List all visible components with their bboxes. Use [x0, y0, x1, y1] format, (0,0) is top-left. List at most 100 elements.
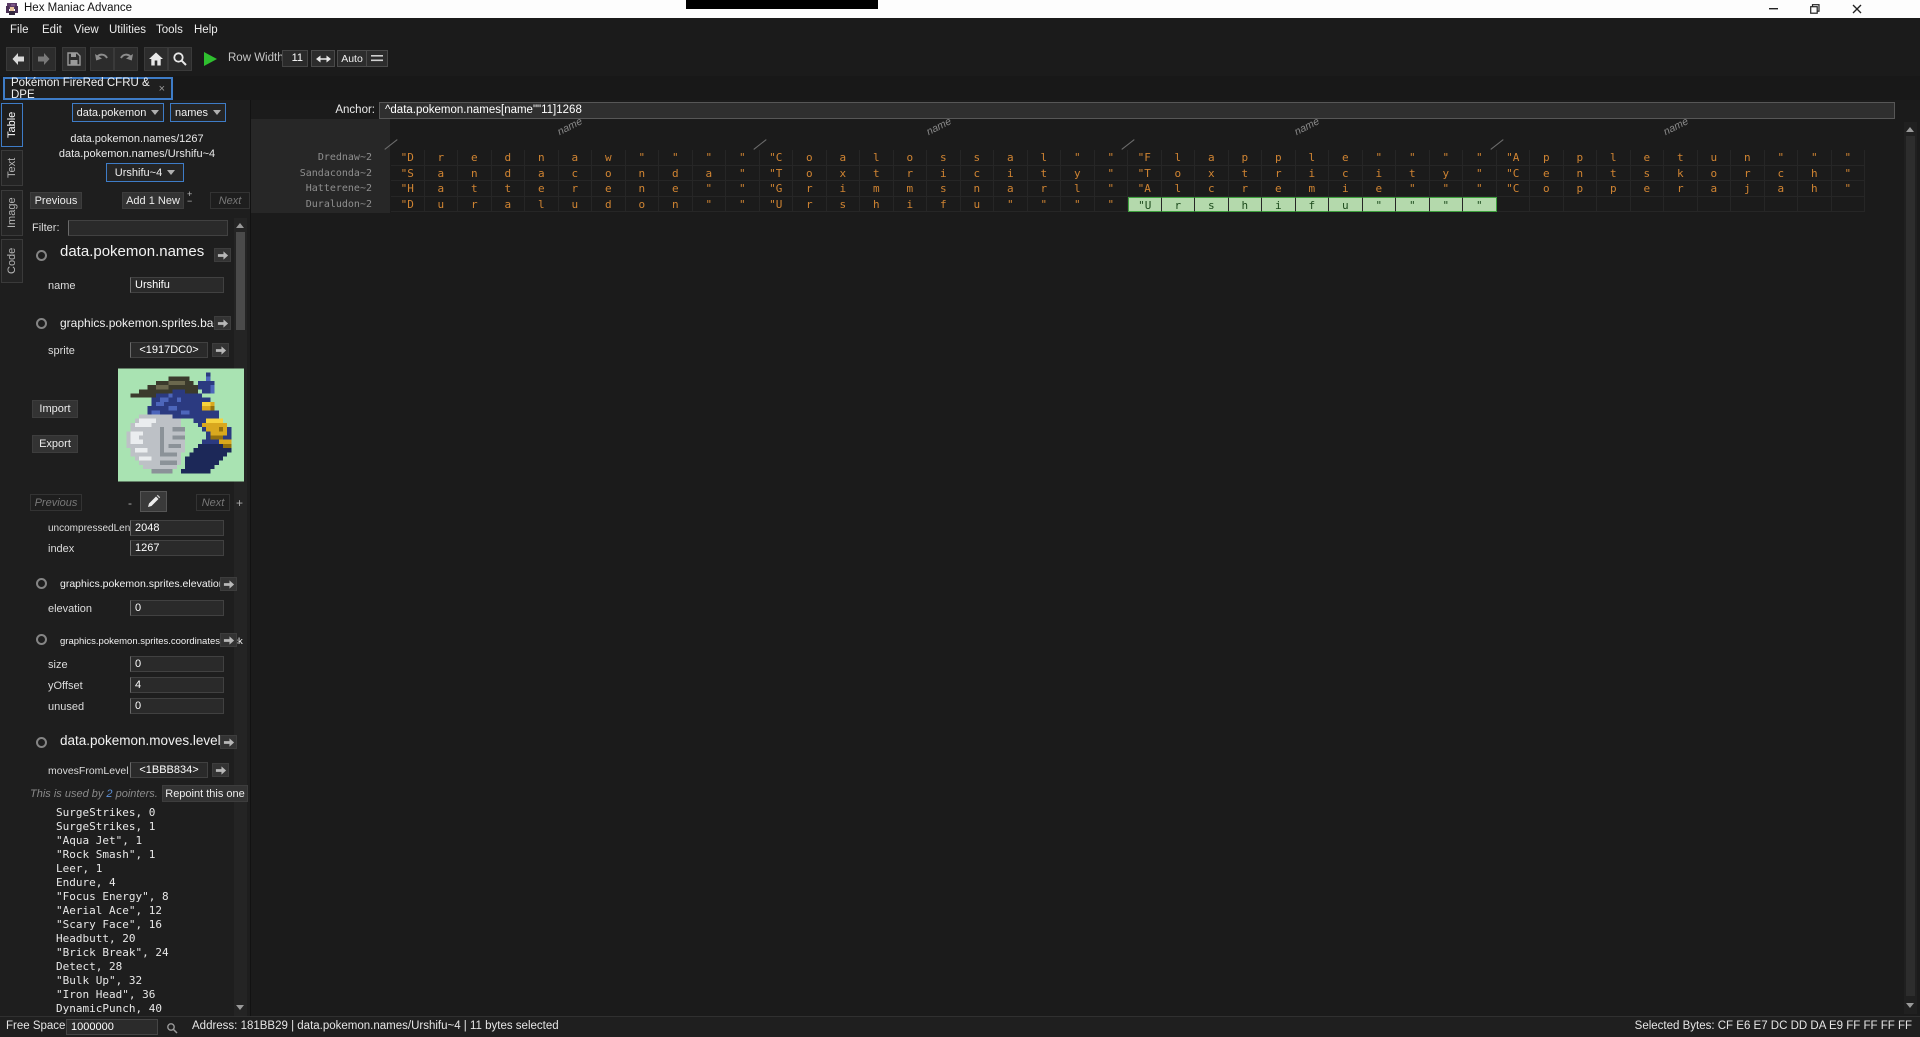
hex-cell[interactable]: t	[860, 166, 894, 182]
hex-cell[interactable]: "T	[1128, 166, 1162, 182]
hex-cell[interactable]: c	[961, 166, 995, 182]
hex-cell[interactable]: u	[961, 197, 995, 213]
hex-cell[interactable]: m	[860, 181, 894, 197]
hex-cell[interactable]: "	[1095, 150, 1129, 166]
section-radio-levelup[interactable]	[36, 737, 47, 748]
unused-input[interactable]: 0	[130, 698, 224, 714]
table-dropdown[interactable]: data.pokemon	[72, 103, 164, 122]
hex-cell[interactable]: "	[1463, 181, 1497, 197]
hex-cell[interactable]: p	[1564, 181, 1598, 197]
hex-cell[interactable]: i	[994, 166, 1028, 182]
hex-cell[interactable]	[1631, 197, 1665, 213]
filter-input[interactable]	[68, 220, 228, 236]
search-free-space-icon[interactable]	[166, 1022, 178, 1034]
sidebar-scroll-thumb[interactable]	[236, 232, 245, 330]
hex-cell[interactable]: p	[1597, 181, 1631, 197]
next-entry-button[interactable]: Next	[210, 192, 250, 209]
hex-cell[interactable]: "S	[391, 166, 425, 182]
hex-cell[interactable]	[1798, 197, 1832, 213]
hex-cell[interactable]: o	[1162, 166, 1196, 182]
hex-cell[interactable]	[1832, 197, 1866, 213]
previous-entry-button[interactable]: Previous	[30, 192, 82, 209]
hex-cell[interactable]: s	[927, 150, 961, 166]
scroll-down-icon[interactable]	[1906, 1003, 1914, 1008]
add-new-button[interactable]: Add 1 New	[122, 192, 184, 209]
hex-cell[interactable]: a	[1195, 150, 1229, 166]
hex-cell[interactable]: "	[1798, 150, 1832, 166]
sprite-pointer-input[interactable]: <1917DC0>	[130, 342, 208, 358]
section-radio-elevation[interactable]	[36, 578, 47, 589]
menu-help[interactable]: Help	[188, 18, 224, 42]
hex-cell[interactable]: l	[1162, 181, 1196, 197]
menu-edit[interactable]: Edit	[36, 18, 68, 42]
close-button[interactable]	[1838, 0, 1876, 18]
hex-cell[interactable]: i	[927, 166, 961, 182]
section-radio-back[interactable]	[36, 318, 47, 329]
hex-cell[interactable]: "	[1832, 150, 1866, 166]
hex-cell[interactable]: a	[994, 181, 1028, 197]
hex-cell[interactable]: y	[1430, 166, 1464, 182]
anchor-input[interactable]: ^data.pokemon.names[name""11]1268	[379, 102, 1895, 119]
hex-cell[interactable]: "U	[1128, 197, 1162, 213]
hex-cell[interactable]: a	[492, 197, 526, 213]
hex-cell[interactable]: a	[827, 150, 861, 166]
auto-width-toggle[interactable]: Auto	[337, 50, 367, 67]
hex-cell[interactable]: s	[961, 150, 995, 166]
hex-cell[interactable]: "	[726, 150, 760, 166]
hex-cell[interactable]: o	[1530, 181, 1564, 197]
hex-cell[interactable]: h	[1798, 166, 1832, 182]
hex-cell[interactable]: r	[1028, 181, 1062, 197]
hex-cell[interactable]: "	[1832, 166, 1866, 182]
sprite-plus[interactable]: +	[236, 496, 243, 510]
hex-cell[interactable]: t	[492, 181, 526, 197]
hex-cell[interactable]: r	[894, 166, 928, 182]
hex-cell[interactable]: u	[1329, 197, 1363, 213]
hex-cell[interactable]: a	[1765, 181, 1799, 197]
hex-cell[interactable]: n	[1731, 150, 1765, 166]
hex-cell[interactable]: o	[592, 166, 626, 182]
hex-cell[interactable]: e	[458, 150, 492, 166]
size-input[interactable]: 0	[130, 656, 224, 672]
hex-cell[interactable]: e	[592, 181, 626, 197]
hex-cell[interactable]	[1564, 197, 1598, 213]
hex-cell[interactable]: t	[458, 181, 492, 197]
repoint-button[interactable]: Repoint this one	[162, 785, 248, 802]
hex-cell[interactable]: d	[492, 150, 526, 166]
hex-cell[interactable]: "	[693, 150, 727, 166]
uncompressed-length-input[interactable]: 2048	[130, 520, 224, 536]
hex-cell[interactable]: c	[1765, 166, 1799, 182]
import-sprite-button[interactable]: Import	[32, 400, 78, 418]
hex-cell[interactable]: c	[559, 166, 593, 182]
hex-cell[interactable]: n	[1564, 166, 1598, 182]
hex-cell[interactable]: l	[860, 150, 894, 166]
hex-cell[interactable]: o	[793, 150, 827, 166]
hex-cell[interactable]: "	[1061, 150, 1095, 166]
hex-cell[interactable]: f	[927, 197, 961, 213]
hex-cell[interactable]: e	[659, 181, 693, 197]
hex-cell[interactable]: "D	[391, 150, 425, 166]
name-input[interactable]: Urshifu	[130, 277, 224, 293]
hex-cell[interactable]: p	[1229, 150, 1263, 166]
hex-cell[interactable]: "	[626, 150, 660, 166]
hex-cell[interactable]: e	[1329, 150, 1363, 166]
hex-cell[interactable]: r	[1731, 166, 1765, 182]
hex-cell[interactable]: r	[458, 197, 492, 213]
menu-utilities[interactable]: Utilities	[103, 18, 152, 42]
hex-cell[interactable]: "	[1061, 197, 1095, 213]
hex-cell[interactable]	[1597, 197, 1631, 213]
hex-cell[interactable]: s	[827, 197, 861, 213]
hex-cell[interactable]: i	[1363, 166, 1397, 182]
hex-cell[interactable]: p	[1262, 150, 1296, 166]
hex-cell[interactable]: h	[860, 197, 894, 213]
moves-pointer-input[interactable]: <1BBB834>	[130, 762, 208, 778]
goto-moves-button[interactable]	[212, 763, 229, 777]
undo-button[interactable]	[90, 47, 114, 71]
goto-names-button[interactable]	[214, 248, 231, 262]
hex-cell[interactable]: c	[1329, 166, 1363, 182]
menu-tools[interactable]: Tools	[150, 18, 189, 42]
hex-cell[interactable]: "	[726, 181, 760, 197]
save-button[interactable]	[62, 47, 86, 71]
hex-cell[interactable]: o	[793, 166, 827, 182]
hex-cell[interactable]: r	[559, 181, 593, 197]
hex-cell[interactable]: l	[1597, 150, 1631, 166]
